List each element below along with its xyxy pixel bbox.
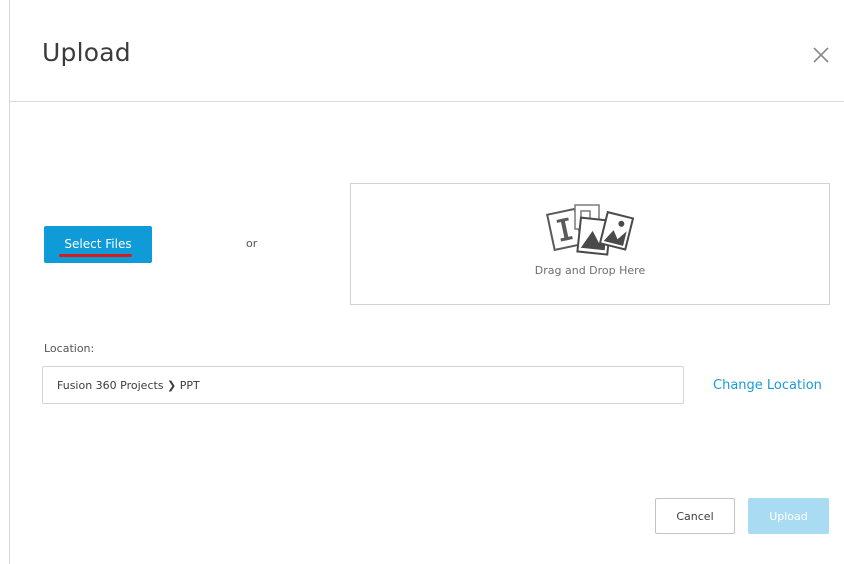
location-path: Fusion 360 Projects ❯ PPT xyxy=(57,379,200,392)
close-icon xyxy=(813,47,829,63)
dialog-left-border xyxy=(9,0,10,564)
dialog-title: Upload xyxy=(42,38,131,67)
select-files-button[interactable]: Select Files xyxy=(44,226,152,263)
upload-dialog: Upload Select Files or Drag and Drop Her… xyxy=(0,0,844,564)
select-files-label: Select Files xyxy=(64,237,132,251)
change-location-link[interactable]: Change Location xyxy=(713,378,822,393)
location-label: Location: xyxy=(44,342,95,355)
upload-button[interactable]: Upload xyxy=(748,498,829,534)
cancel-button[interactable]: Cancel xyxy=(655,498,735,534)
drag-drop-zone[interactable]: Drag and Drop Here xyxy=(350,183,830,305)
drag-drop-label: Drag and Drop Here xyxy=(534,264,646,277)
red-underline-annotation xyxy=(59,254,132,257)
location-field[interactable]: Fusion 360 Projects ❯ PPT xyxy=(42,366,684,404)
header-divider xyxy=(10,101,844,102)
close-button[interactable] xyxy=(808,42,834,68)
file-types-icon xyxy=(545,201,635,263)
or-separator: or xyxy=(246,237,258,250)
